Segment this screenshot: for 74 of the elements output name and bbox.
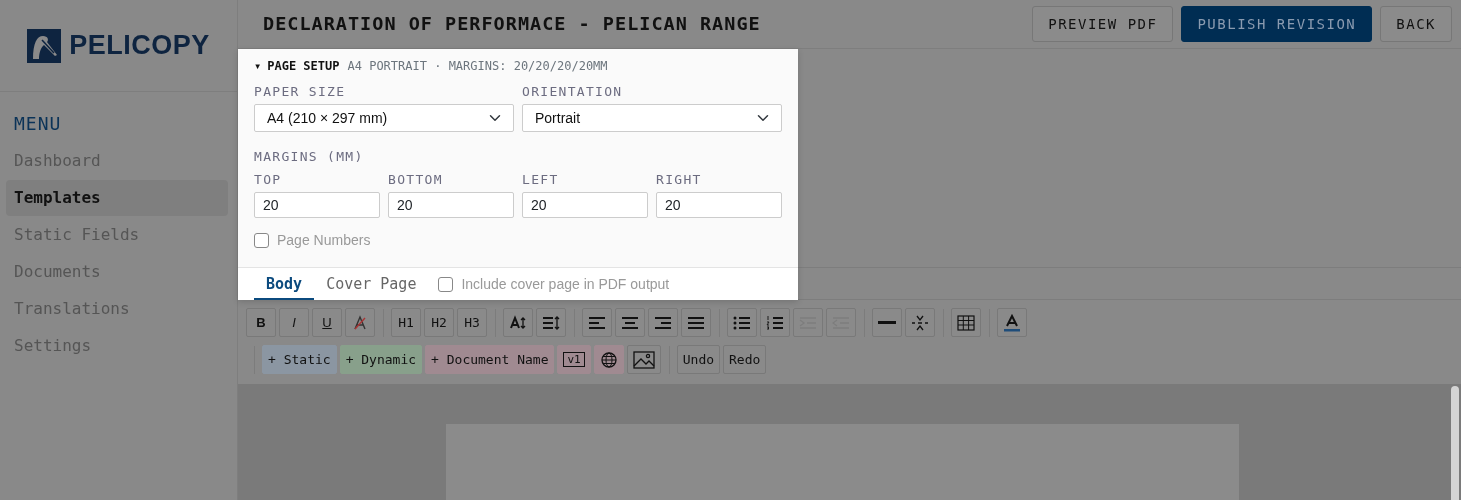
field-label: RIGHT <box>656 171 703 188</box>
paper-size-select[interactable]: A4 (210 × 297 mm) <box>254 104 514 132</box>
toolbar-button[interactable] <box>345 308 375 337</box>
margin-input[interactable]: 20 <box>388 192 514 218</box>
toolbar-button[interactable] <box>615 308 645 337</box>
toolbar-button[interactable]: v1 <box>557 345 591 374</box>
toolbar-button[interactable] <box>872 308 902 337</box>
bold-button[interactable]: B <box>246 308 276 337</box>
field-label: MARGINS (MM) <box>254 148 365 165</box>
menu-heading: MENU <box>13 112 63 136</box>
toolbar-button[interactable] <box>593 345 624 374</box>
publish-button[interactable]: PUBLISH REVISION <box>1181 6 1373 42</box>
sidebar-item[interactable]: Templates <box>6 180 228 216</box>
insert-button[interactable]: + Static <box>262 345 337 374</box>
checkbox[interactable] <box>438 276 454 292</box>
checkbox-label: Page Numbers <box>277 231 371 250</box>
italic-button[interactable]: I <box>279 308 309 337</box>
field-label: LEFT <box>522 171 560 188</box>
orientation-select[interactable]: Portrait <box>522 104 782 132</box>
setup-summary: A4 PORTRAIT · MARGINS: 20/20/20/20MM <box>347 58 608 75</box>
toolbar-button[interactable] <box>997 308 1027 337</box>
field-label: PAPER SIZE <box>254 83 347 100</box>
text-color-icon <box>1003 313 1021 332</box>
margin-input[interactable]: 20 <box>254 192 380 218</box>
section-toggle[interactable]: ▾ PAGE SETUP <box>254 57 340 75</box>
checkbox[interactable] <box>254 233 269 248</box>
toolbar-button[interactable] <box>626 345 661 374</box>
field-label: TOP <box>254 171 283 188</box>
toolbar-button[interactable] <box>503 308 533 337</box>
caret-icon: ▾ <box>254 59 262 73</box>
scrollbar[interactable] <box>1451 386 1459 500</box>
toolbar-button[interactable] <box>727 308 757 337</box>
checkbox-label: Include cover page in PDF output <box>461 274 670 294</box>
toolbar-button[interactable]: H1 <box>391 308 421 337</box>
globe-icon <box>599 351 618 368</box>
toolbar-button[interactable] <box>648 308 678 337</box>
clear-format-icon <box>351 314 369 331</box>
toolbar-button[interactable] <box>681 308 711 337</box>
margin-input[interactable]: 20 <box>522 192 648 218</box>
toolbar-button[interactable] <box>905 308 935 337</box>
align-right-icon <box>654 314 672 331</box>
horizontal-rule-icon <box>878 321 896 324</box>
header-button[interactable]: PREVIEW PDF <box>1032 6 1174 42</box>
field-label: BOTTOM <box>388 171 444 188</box>
table-icon <box>957 314 975 331</box>
editor-tab[interactable]: Cover Page <box>314 269 429 300</box>
header-button[interactable]: BACK <box>1380 6 1452 42</box>
align-center-icon <box>621 314 639 331</box>
toolbar-button[interactable]: Undo <box>676 345 721 374</box>
numbered-list-icon <box>766 314 784 331</box>
field-label: ORIENTATION <box>522 83 624 100</box>
editor-tab[interactable]: Body <box>254 269 315 300</box>
toolbar-button[interactable]: H3 <box>457 308 487 337</box>
pelican-logo-icon <box>27 28 62 63</box>
toolbar-button[interactable]: H2 <box>424 308 454 337</box>
align-left-icon <box>588 314 606 331</box>
justify-icon <box>687 314 705 331</box>
page-title: DECLARATION OF PERFORMACE - PELICAN RANGE <box>263 12 761 37</box>
toolbar-button[interactable] <box>582 308 612 337</box>
toolbar-button[interactable] <box>536 308 566 337</box>
font-size-icon <box>509 314 527 331</box>
insert-button[interactable]: + Document Name <box>425 345 555 374</box>
brand-name: PELICOPY <box>69 29 210 63</box>
image-icon <box>632 350 655 369</box>
insert-button[interactable]: + Dynamic <box>339 345 423 374</box>
underline-button[interactable]: U <box>312 308 342 337</box>
version-icon: v1 <box>563 352 585 367</box>
line-height-icon <box>542 314 560 331</box>
bullet-list-icon <box>733 314 751 331</box>
margin-input[interactable]: 20 <box>656 192 782 218</box>
toolbar-button[interactable] <box>760 308 790 337</box>
toolbar-button[interactable] <box>951 308 981 337</box>
page-break-icon <box>911 314 929 331</box>
toolbar-button[interactable]: Redo <box>723 345 767 374</box>
